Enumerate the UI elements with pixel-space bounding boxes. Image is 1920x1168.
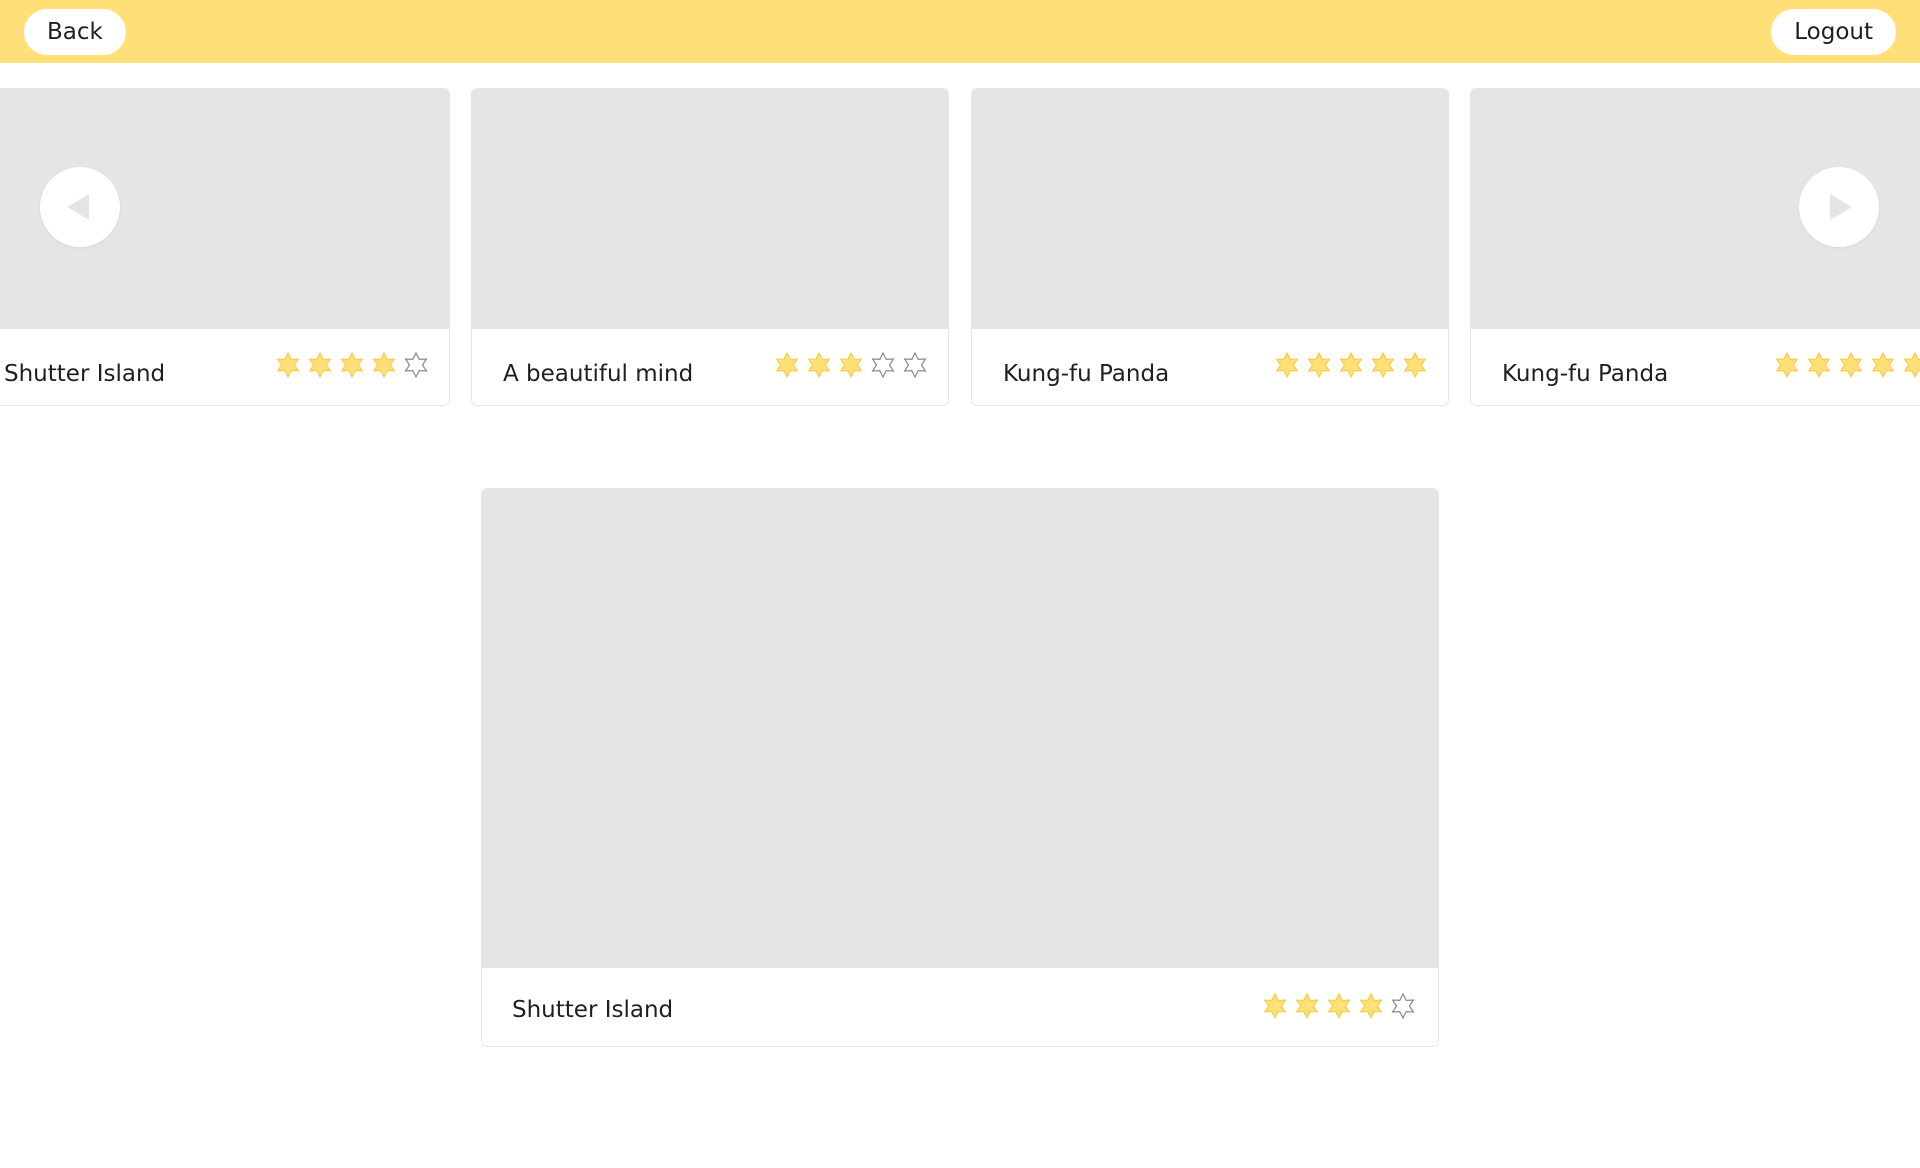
star-filled-icon bbox=[340, 352, 364, 378]
star-filled-icon bbox=[1275, 352, 1299, 378]
movie-title: A beautiful mind bbox=[503, 361, 694, 387]
triangle-right-icon bbox=[1830, 194, 1852, 220]
star-filled-icon bbox=[308, 352, 332, 378]
logout-button[interactable]: Logout bbox=[1771, 9, 1896, 55]
movie-card[interactable]: Kung-fu Panda bbox=[971, 88, 1449, 406]
star-rating bbox=[1262, 993, 1416, 1019]
star-empty-icon bbox=[871, 352, 895, 378]
star-filled-icon bbox=[1371, 352, 1395, 378]
star-filled-icon bbox=[807, 352, 831, 378]
star-filled-icon bbox=[775, 352, 799, 378]
star-rating bbox=[275, 352, 429, 378]
star-empty-icon bbox=[404, 352, 428, 378]
star-filled-icon bbox=[372, 352, 396, 378]
star-filled-icon bbox=[1307, 352, 1331, 378]
star-filled-icon bbox=[1263, 993, 1287, 1019]
star-filled-icon bbox=[1327, 993, 1351, 1019]
movie-card[interactable]: A beautiful mind bbox=[471, 88, 949, 406]
star-filled-icon bbox=[1295, 993, 1319, 1019]
star-filled-icon bbox=[1775, 352, 1799, 378]
star-rating bbox=[1274, 352, 1428, 378]
star-empty-icon bbox=[1391, 993, 1415, 1019]
star-filled-icon bbox=[1403, 352, 1427, 378]
movie-title: Kung-fu Panda bbox=[1003, 361, 1170, 387]
back-button[interactable]: Back bbox=[24, 9, 126, 55]
star-filled-icon bbox=[276, 352, 300, 378]
star-filled-icon bbox=[1339, 352, 1363, 378]
star-filled-icon bbox=[1807, 352, 1831, 378]
featured-movie-title: Shutter Island bbox=[512, 997, 674, 1023]
top-bar: Back Logout bbox=[0, 0, 1920, 63]
triangle-left-icon bbox=[67, 194, 89, 220]
movie-thumbnail bbox=[472, 89, 948, 329]
star-empty-icon bbox=[903, 352, 927, 378]
star-filled-icon bbox=[1903, 352, 1920, 378]
movie-thumbnail bbox=[972, 89, 1448, 329]
featured-movie-thumbnail bbox=[482, 489, 1438, 968]
movie-title: Kung-fu Panda bbox=[1502, 361, 1669, 387]
star-filled-icon bbox=[1359, 993, 1383, 1019]
movie-carousel: Shutter Island A beautiful mind Kung-fu … bbox=[0, 88, 1920, 408]
star-filled-icon bbox=[1839, 352, 1863, 378]
movie-card[interactable]: Shutter Island bbox=[0, 88, 450, 406]
star-filled-icon bbox=[839, 352, 863, 378]
movie-title: Shutter Island bbox=[4, 361, 166, 387]
star-rating bbox=[1774, 352, 1920, 378]
star-filled-icon bbox=[1871, 352, 1895, 378]
carousel-prev-button[interactable] bbox=[40, 167, 120, 247]
star-rating bbox=[774, 352, 928, 378]
featured-movie-card[interactable]: Shutter Island bbox=[481, 488, 1439, 1047]
movie-card[interactable]: Kung-fu Panda bbox=[1470, 88, 1920, 406]
carousel-next-button[interactable] bbox=[1799, 167, 1879, 247]
